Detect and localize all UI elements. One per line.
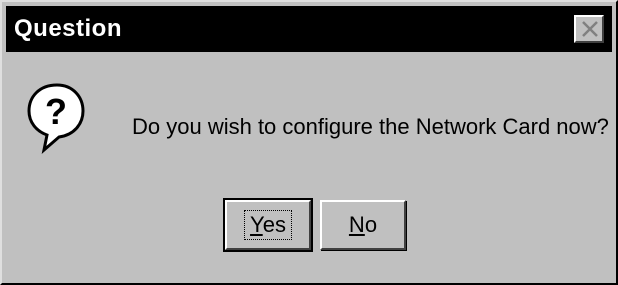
no-button-label: No bbox=[349, 212, 377, 238]
dialog-message: Do you wish to configure the Network Car… bbox=[132, 114, 609, 139]
svg-text:?: ? bbox=[45, 91, 67, 132]
yes-label-rest: es bbox=[262, 212, 286, 237]
question-dialog: Question ? Do you wish to configure the … bbox=[0, 0, 618, 285]
no-button[interactable]: No bbox=[320, 200, 406, 250]
no-mnemonic: N bbox=[348, 212, 365, 237]
window-title: Question bbox=[14, 15, 123, 42]
yes-button-label: Yes bbox=[244, 210, 292, 240]
title-bar[interactable]: Question bbox=[6, 6, 612, 52]
yes-button[interactable]: Yes bbox=[223, 198, 313, 252]
close-button[interactable] bbox=[574, 15, 604, 43]
close-icon bbox=[582, 21, 598, 37]
no-label-rest: o bbox=[364, 212, 378, 237]
question-icon: ? bbox=[26, 82, 86, 159]
yes-mnemonic: Y bbox=[250, 212, 263, 237]
